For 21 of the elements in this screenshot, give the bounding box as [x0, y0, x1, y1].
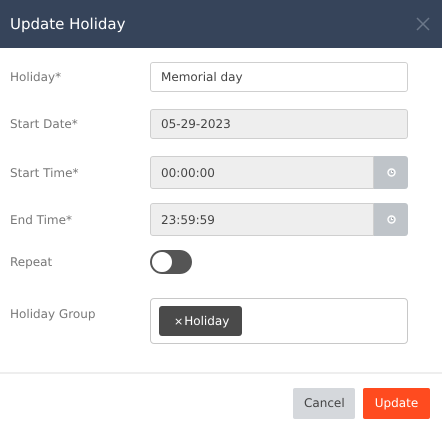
close-icon[interactable] [416, 17, 430, 31]
tag-input-field[interactable]: ×Holiday [150, 298, 408, 344]
clock-button[interactable] [374, 203, 408, 236]
clock-button[interactable] [374, 156, 408, 189]
input-field[interactable]: Memorial day [150, 62, 408, 92]
tag-label: Holiday [184, 314, 230, 328]
clock-icon [386, 168, 396, 177]
date-field[interactable]: 05-29-2023 [150, 109, 408, 139]
field-label: End Time* [10, 212, 73, 226]
field-label: Start Date* [10, 117, 79, 131]
field-label: Holiday Group [10, 306, 96, 321]
field-label: Holiday* [10, 70, 62, 84]
time-field[interactable]: 23:59:59 [150, 203, 374, 236]
cancel-button[interactable]: Cancel [293, 388, 355, 418]
clock-icon [386, 215, 396, 224]
field-label: Repeat [10, 255, 54, 269]
toggle-switch[interactable] [150, 250, 192, 274]
dialog-title: Update Holiday [10, 15, 126, 33]
field-label: Start Time* [10, 166, 80, 180]
tag-remove-button[interactable]: × [174, 314, 184, 328]
time-field[interactable]: 00:00:00 [150, 156, 374, 189]
